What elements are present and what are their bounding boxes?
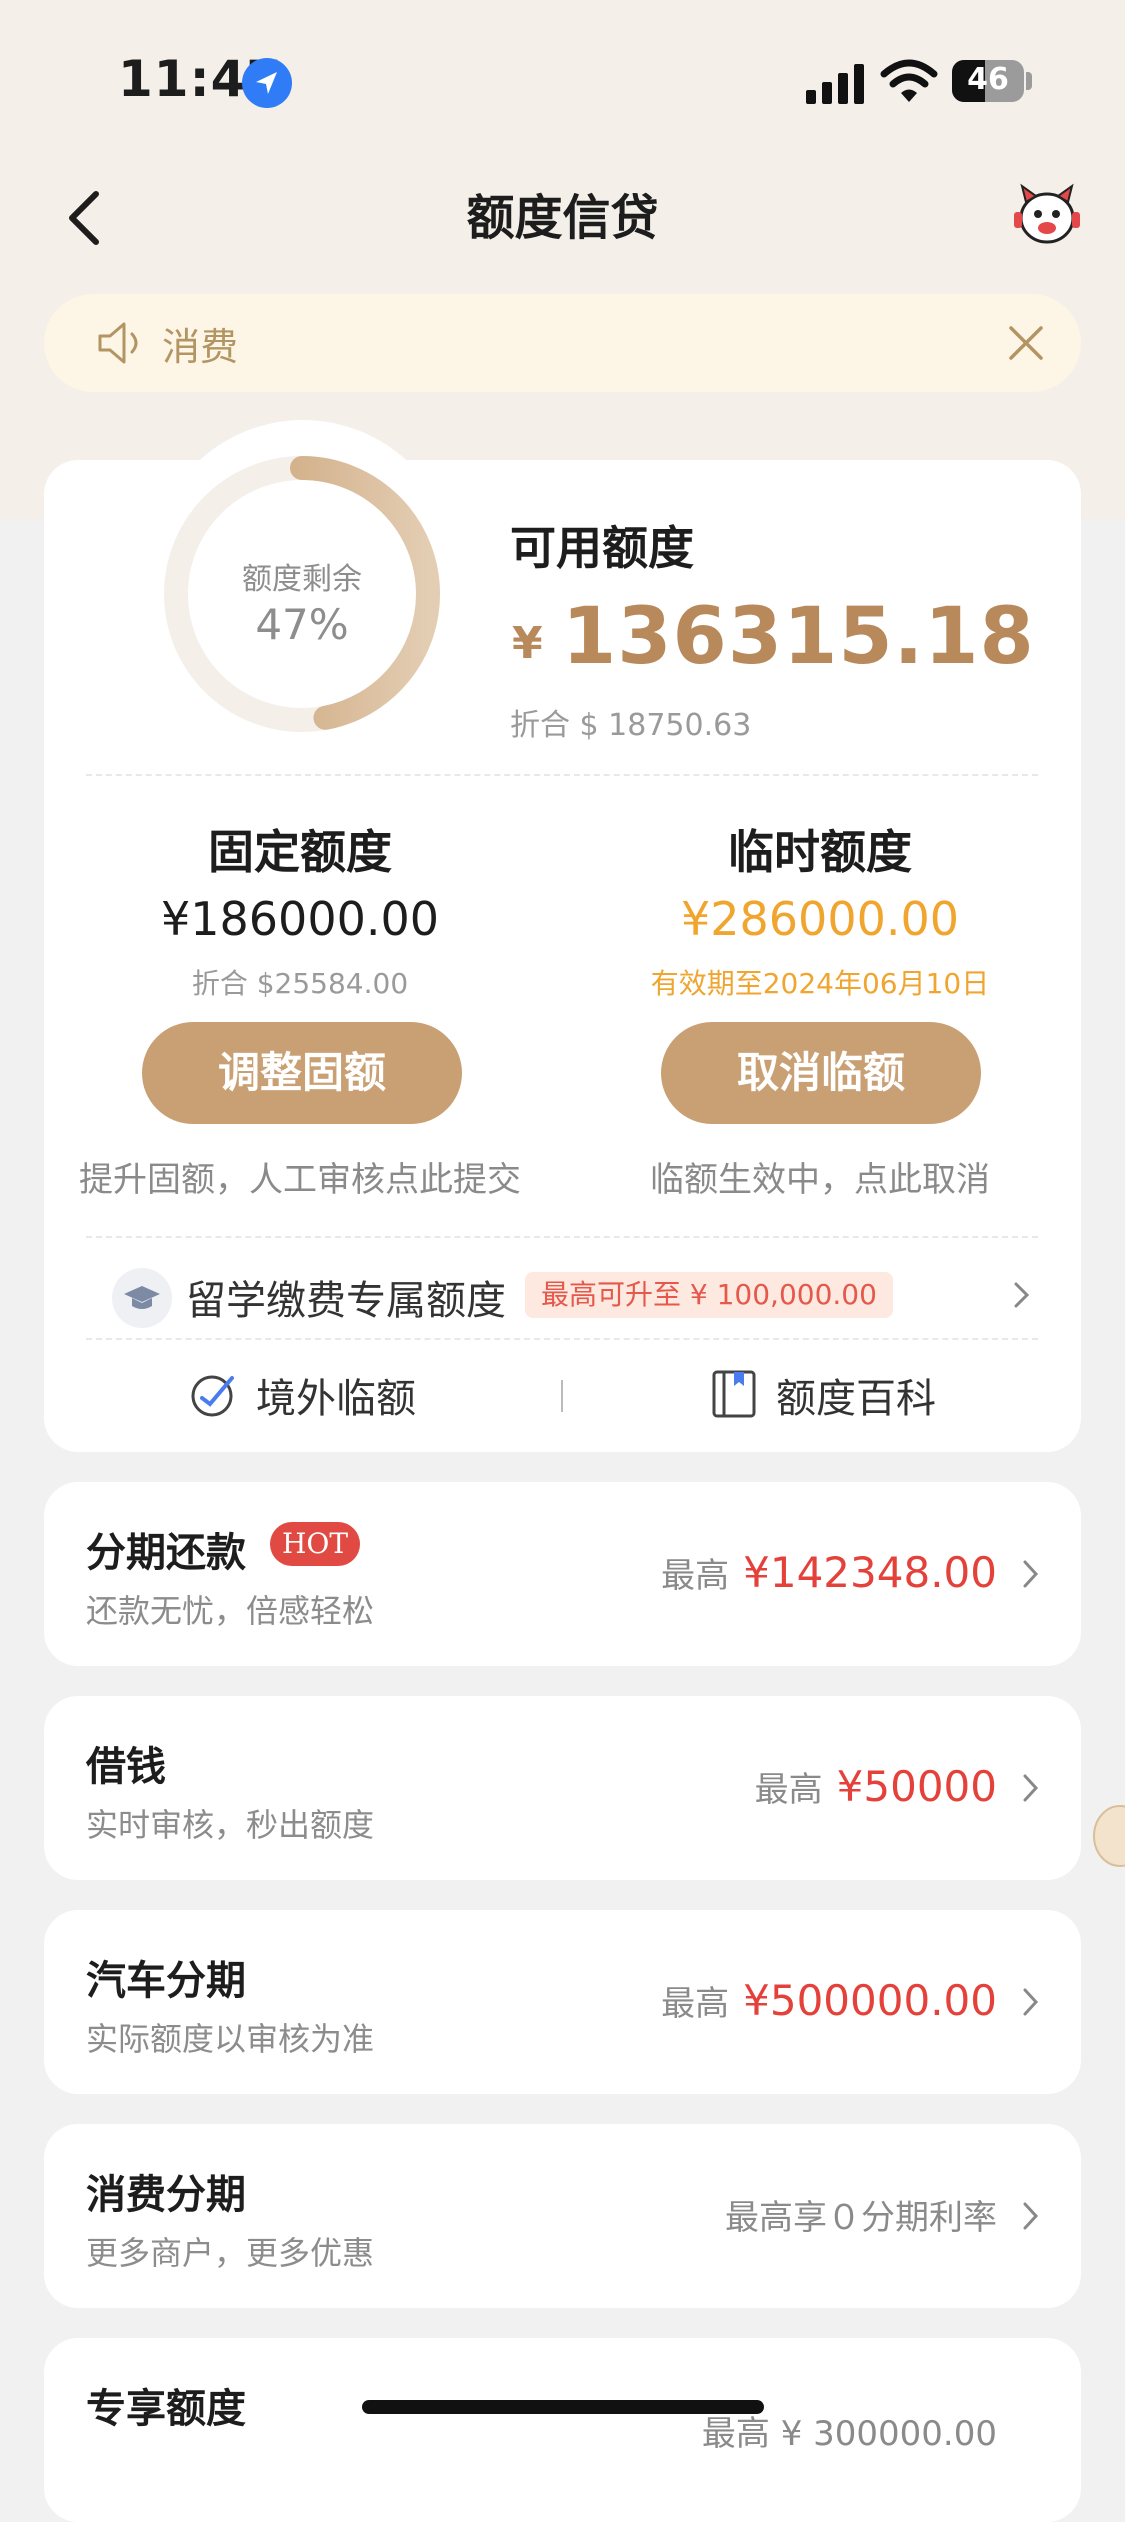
max-prefix: 最高享０分期利率 bbox=[725, 2198, 997, 2238]
exclusive-credit-card[interactable]: 专享额度 最高 ¥ 300000.00 bbox=[44, 2338, 1081, 2522]
ring-label: 额度剩余 bbox=[242, 562, 362, 597]
available-credit-label: 可用额度 bbox=[510, 521, 694, 575]
card-title: 分期还款 bbox=[86, 1530, 246, 1576]
card-title: 消费分期 bbox=[86, 2172, 246, 2218]
fixed-credit-title: 固定额度 bbox=[208, 825, 392, 879]
battery-level: 46 bbox=[967, 62, 1009, 97]
link-separator bbox=[561, 1380, 563, 1412]
chevron-right-icon bbox=[1023, 1560, 1039, 1588]
currency-symbol: ¥ bbox=[512, 618, 543, 669]
divider bbox=[86, 1236, 1038, 1238]
customer-service-mascot-icon[interactable] bbox=[1012, 182, 1082, 248]
card-title: 专享额度 bbox=[86, 2386, 246, 2432]
car-installment-card[interactable]: 汽车分期 实际额度以审核为准 最高 ¥500000.00 bbox=[44, 1910, 1081, 2094]
speaker-icon bbox=[96, 320, 146, 366]
installment-repayment-card[interactable]: 分期还款 HOT 还款无忧，倍感轻松 最高 ¥142348.00 bbox=[44, 1482, 1081, 1666]
divider bbox=[86, 1338, 1038, 1340]
location-arrow-icon bbox=[242, 58, 292, 108]
battery-icon: 46 bbox=[952, 60, 1024, 102]
wifi-icon bbox=[880, 58, 938, 104]
credit-encyclopedia-link[interactable]: 额度百科 bbox=[776, 1366, 936, 1424]
graduation-cap-icon bbox=[112, 1268, 172, 1328]
chevron-right-icon bbox=[1023, 1774, 1039, 1802]
max-prefix: 最高 bbox=[754, 1770, 823, 1810]
temp-credit-note[interactable]: 临额生效中，点此取消 bbox=[580, 1152, 1060, 1201]
max-prefix: 最高 bbox=[661, 1984, 730, 2024]
card-subtitle: 实际额度以审核为准 bbox=[86, 2020, 375, 2058]
adjust-fixed-credit-button[interactable]: 调整固额 bbox=[142, 1022, 462, 1124]
study-abroad-max-tag: 最高可升至 ¥ 100,000.00 bbox=[525, 1272, 893, 1318]
chevron-right-icon bbox=[1023, 1988, 1039, 2016]
max-value: ¥500000.00 bbox=[743, 1976, 997, 2025]
card-title: 借钱 bbox=[86, 1744, 166, 1790]
overseas-temp-credit-link[interactable]: 境外临额 bbox=[256, 1366, 416, 1424]
card-title: 汽车分期 bbox=[86, 1958, 246, 2004]
card-subtitle: 实时审核，秒出额度 bbox=[86, 1806, 375, 1844]
temp-credit-amount: ¥286000.00 bbox=[680, 892, 960, 946]
overseas-temp-credit-icon bbox=[188, 1368, 240, 1420]
available-credit-amount: 136315.18 bbox=[562, 592, 1035, 682]
borrow-money-card[interactable]: 借钱 实时审核，秒出额度 最高 ¥50000 bbox=[44, 1696, 1081, 1880]
close-icon[interactable] bbox=[1005, 322, 1047, 364]
card-subtitle: 还款无忧，倍感轻松 bbox=[86, 1592, 375, 1630]
home-indicator bbox=[362, 2400, 764, 2414]
available-credit-usd: 折合 $ 18750.63 bbox=[510, 708, 752, 743]
page-title: 额度信贷 bbox=[466, 190, 659, 246]
max-prefix: 最高 ¥ 300000.00 bbox=[701, 2414, 997, 2454]
cancel-temp-credit-button[interactable]: 取消临额 bbox=[661, 1022, 981, 1124]
chevron-right-icon[interactable] bbox=[1012, 1280, 1032, 1310]
temp-credit-validity: 有效期至2024年06月10日 bbox=[650, 967, 990, 1000]
max-value: ¥142348.00 bbox=[743, 1548, 997, 1597]
max-prefix: 最高 bbox=[661, 1556, 730, 1596]
notice-text: 消费 bbox=[162, 325, 239, 369]
cellular-signal-icon bbox=[806, 62, 864, 104]
notice-bar[interactable]: 消费 bbox=[44, 294, 1081, 392]
divider bbox=[86, 774, 1038, 776]
max-value: ¥50000 bbox=[836, 1762, 997, 1811]
temp-credit-title: 临时额度 bbox=[728, 825, 912, 879]
fixed-credit-note[interactable]: 提升固额，人工审核点此提交 bbox=[60, 1152, 540, 1201]
chevron-right-icon bbox=[1023, 2202, 1039, 2230]
consumer-installment-card[interactable]: 消费分期 更多商户，更多优惠 最高享０分期利率 bbox=[44, 2124, 1081, 2308]
battery-tip bbox=[1026, 72, 1032, 90]
ring-percent: 47% bbox=[255, 600, 349, 649]
fixed-credit-amount: ¥186000.00 bbox=[160, 892, 440, 946]
fixed-credit-usd: 折合 $25584.00 bbox=[191, 967, 409, 1000]
study-abroad-credit-label[interactable]: 留学缴费专属额度 bbox=[186, 1268, 506, 1326]
hot-badge: HOT bbox=[270, 1522, 361, 1566]
floating-mascot-hand[interactable] bbox=[1086, 1800, 1125, 1870]
book-icon bbox=[710, 1368, 758, 1420]
card-subtitle: 更多商户，更多优惠 bbox=[86, 2234, 375, 2272]
